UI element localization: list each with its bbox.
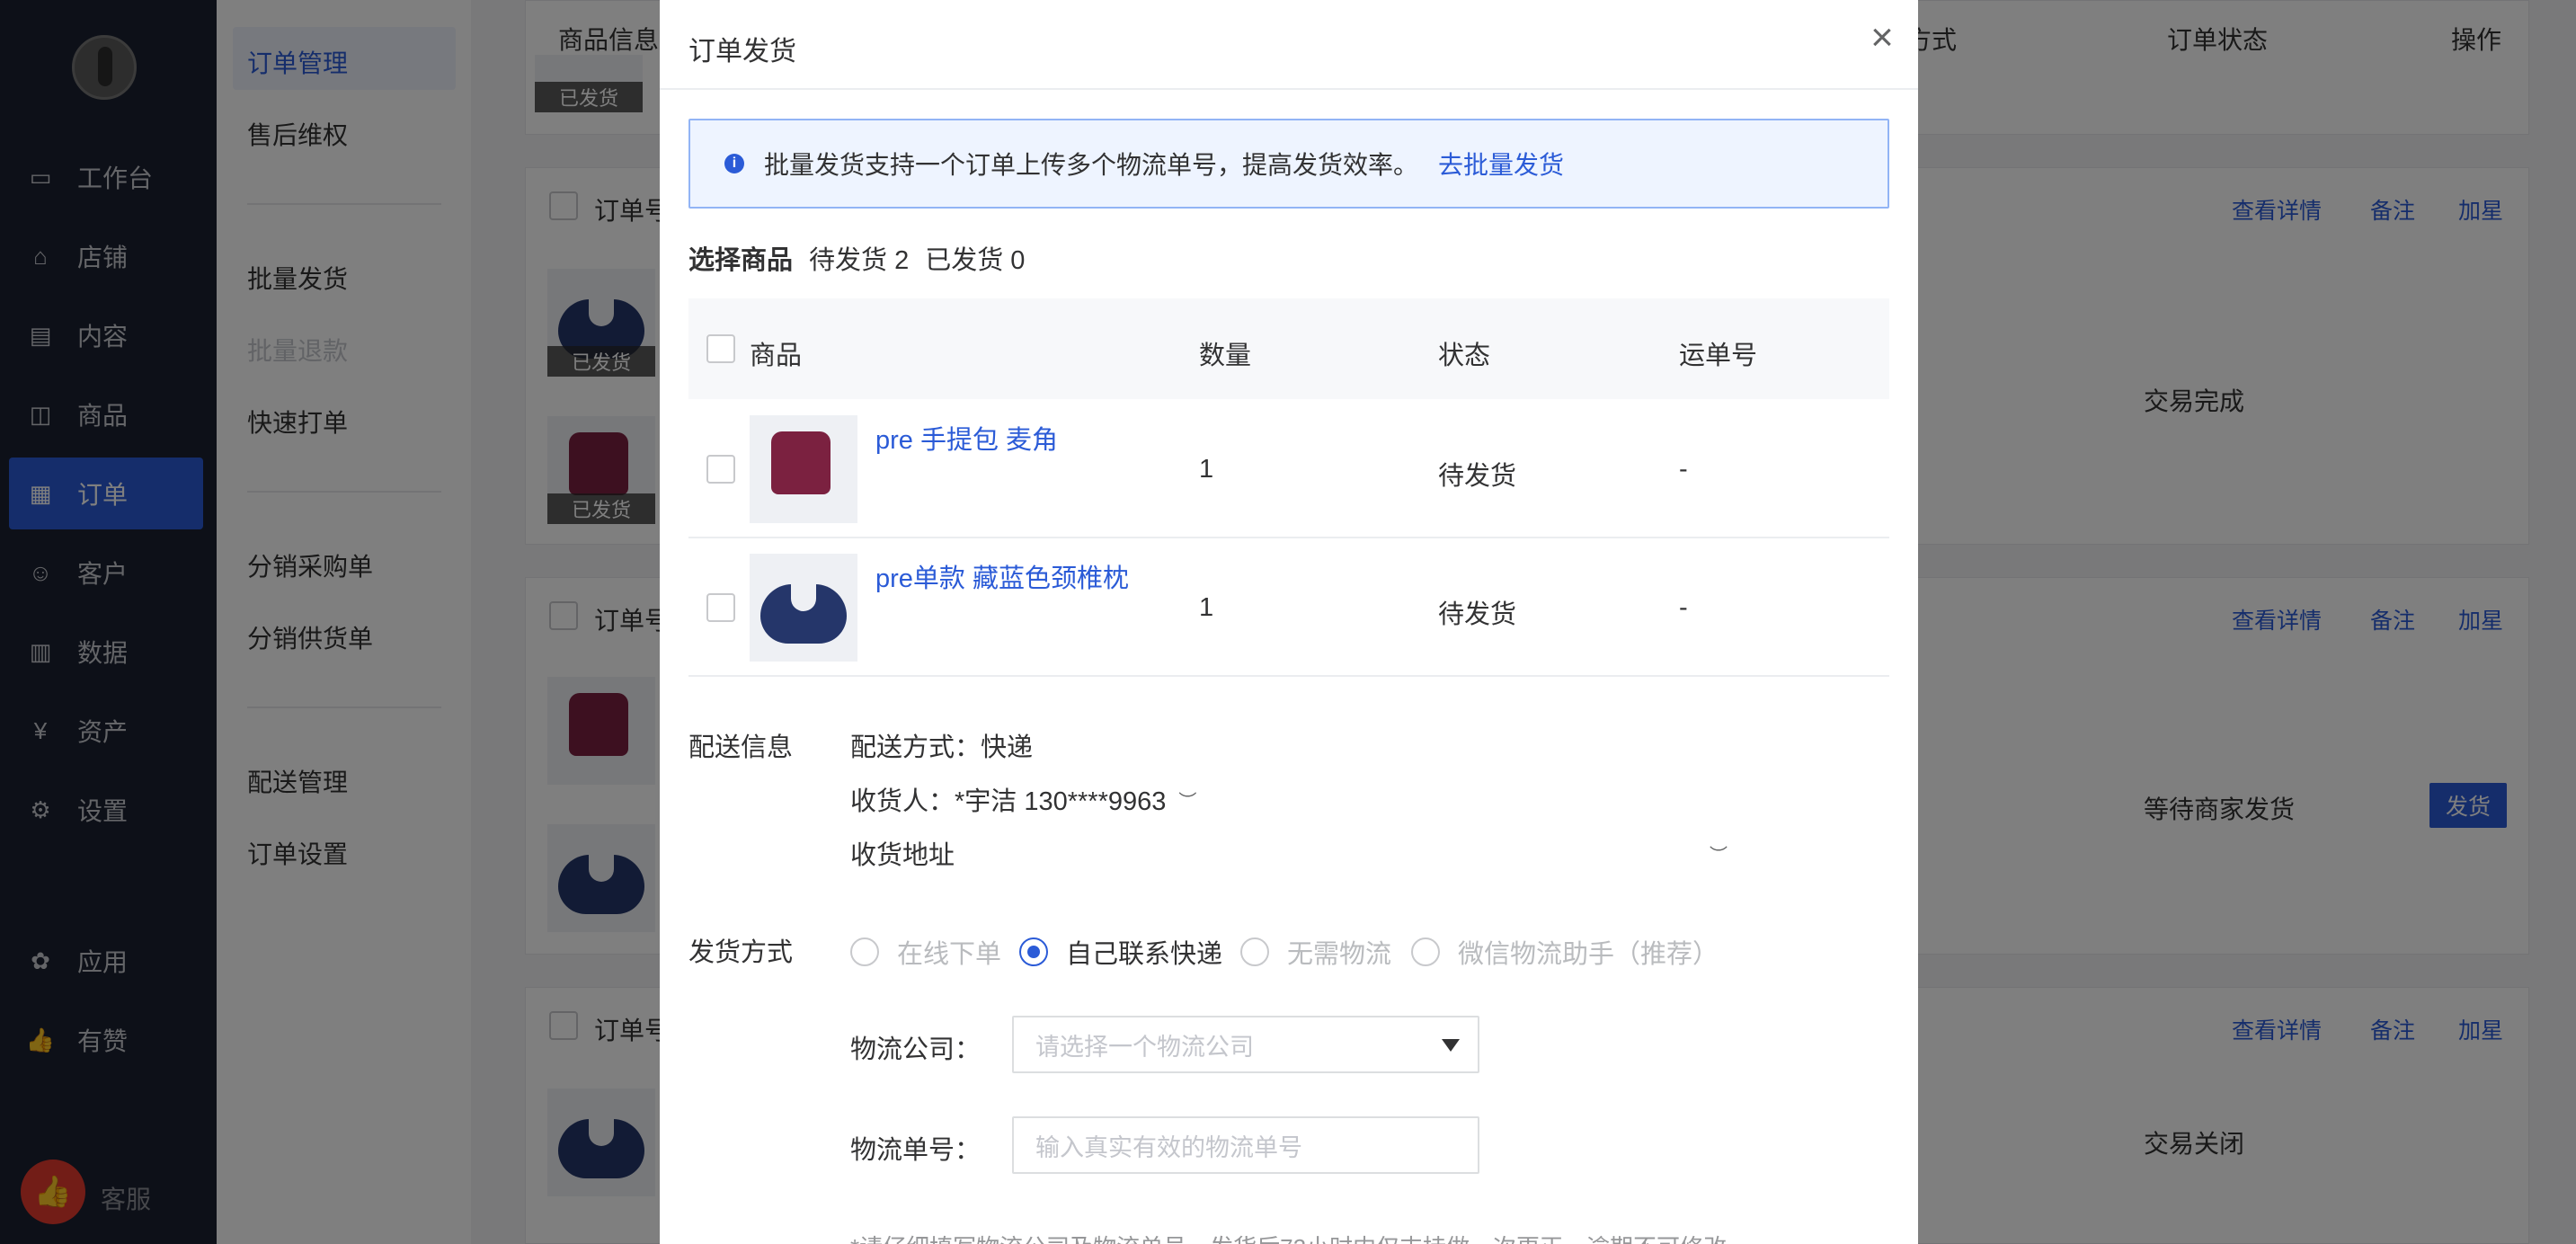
select-goods-label: 选择商品 xyxy=(688,246,794,275)
eye-closed-icon[interactable]: ︶ xyxy=(1178,786,1196,813)
ship-option-wechat: 微信物流助手（推荐） xyxy=(1411,933,1719,971)
ship-option-label: 自己联系快递 xyxy=(1066,940,1223,969)
radio-icon xyxy=(1019,937,1048,966)
goods-status: 待发货 xyxy=(1438,600,1517,629)
notice-text: 批量发货支持一个订单上传多个物流单号，提高发货效率。 xyxy=(764,151,1419,179)
ship-option-online: 在线下单 xyxy=(850,933,1001,971)
ship-option-none: 无需物流 xyxy=(1240,933,1391,971)
logistics-company-label: 物流公司： xyxy=(850,1035,982,1064)
modal-divider xyxy=(660,88,1918,90)
footnote: *请仔细填写物流公司及物流单号，发货后72小时内仅支持做一次更正，逾期不可修改 xyxy=(850,1230,1727,1244)
pending-count: 待发货 2 xyxy=(809,246,910,275)
column-status: 状态 xyxy=(1438,342,1491,370)
select-all-checkbox[interactable] xyxy=(706,334,735,363)
close-icon[interactable]: × xyxy=(1862,18,1902,59)
column-goods: 商品 xyxy=(750,342,803,370)
receiver-row: 收货人：*宇洁 130****9963 ︶ xyxy=(850,780,1196,818)
modal-title: 订单发货 xyxy=(688,37,796,67)
goods-name-link[interactable]: pre单款 藏蓝色颈椎枕 xyxy=(875,557,1129,595)
tracking-no-label: 物流单号： xyxy=(850,1136,982,1165)
ship-option-label: 无需物流 xyxy=(1287,940,1392,969)
column-tracking: 运单号 xyxy=(1679,342,1758,370)
ship-option-label: 在线下单 xyxy=(897,940,1002,969)
goods-status: 待发货 xyxy=(1438,462,1517,491)
radio-icon xyxy=(850,937,879,966)
ship-option-self[interactable]: 自己联系快递 xyxy=(1019,933,1222,971)
select-placeholder: 请选择一个物流公司 xyxy=(1035,1033,1254,1061)
goods-row: pre单款 藏蓝色颈椎枕 1 待发货 - xyxy=(688,538,1889,676)
column-quantity: 数量 xyxy=(1199,342,1252,370)
goods-name-link[interactable]: pre 手提包 麦角 xyxy=(875,419,1058,457)
shipped-count: 已发货 0 xyxy=(925,246,1026,275)
row-divider xyxy=(688,675,1889,677)
goods-quantity: 1 xyxy=(1199,455,1214,484)
tracking-no-input[interactable]: 输入真实有效的物流单号 xyxy=(1012,1116,1479,1174)
address-row: 收货地址 ︶ xyxy=(850,834,1728,872)
receiver-text: 收货人：*宇洁 130****9963 xyxy=(850,787,1167,816)
goods-quantity: 1 xyxy=(1199,593,1214,622)
input-placeholder: 输入真实有效的物流单号 xyxy=(1035,1133,1302,1161)
radio-icon xyxy=(1240,937,1269,966)
goods-tracking: - xyxy=(1679,593,1688,622)
address-label: 收货地址 xyxy=(850,841,955,870)
goods-thumbnail xyxy=(750,554,857,662)
goods-tracking: - xyxy=(1679,455,1688,484)
select-goods-summary: 选择商品 待发货 2 已发货 0 xyxy=(688,239,1025,277)
delivery-info-label: 配送信息 xyxy=(688,733,794,762)
batch-ship-notice: i 批量发货支持一个订单上传多个物流单号，提高发货效率。 去批量发货 xyxy=(688,119,1889,209)
ship-method-label: 发货方式 xyxy=(688,938,794,967)
batch-ship-link[interactable]: 去批量发货 xyxy=(1438,146,1564,182)
radio-icon xyxy=(1411,937,1440,966)
delivery-method-text: 配送方式：快递 xyxy=(850,733,1034,762)
ship-option-label: 微信物流助手（推荐） xyxy=(1458,940,1719,969)
info-icon: i xyxy=(724,154,744,173)
logistics-company-select[interactable]: 请选择一个物流公司 xyxy=(1012,1016,1479,1073)
eye-closed-icon[interactable]: ︶ xyxy=(1710,840,1728,866)
caret-down-icon xyxy=(1442,1039,1460,1052)
ship-order-modal: 订单发货 × i 批量发货支持一个订单上传多个物流单号，提高发货效率。 去批量发… xyxy=(660,0,1918,1244)
goods-row-checkbox[interactable] xyxy=(706,593,735,622)
goods-row-checkbox[interactable] xyxy=(706,455,735,484)
goods-row: pre 手提包 麦角 1 待发货 - xyxy=(688,399,1889,538)
goods-table-header: 商品 数量 状态 运单号 xyxy=(688,298,1889,399)
goods-thumbnail xyxy=(750,415,857,523)
